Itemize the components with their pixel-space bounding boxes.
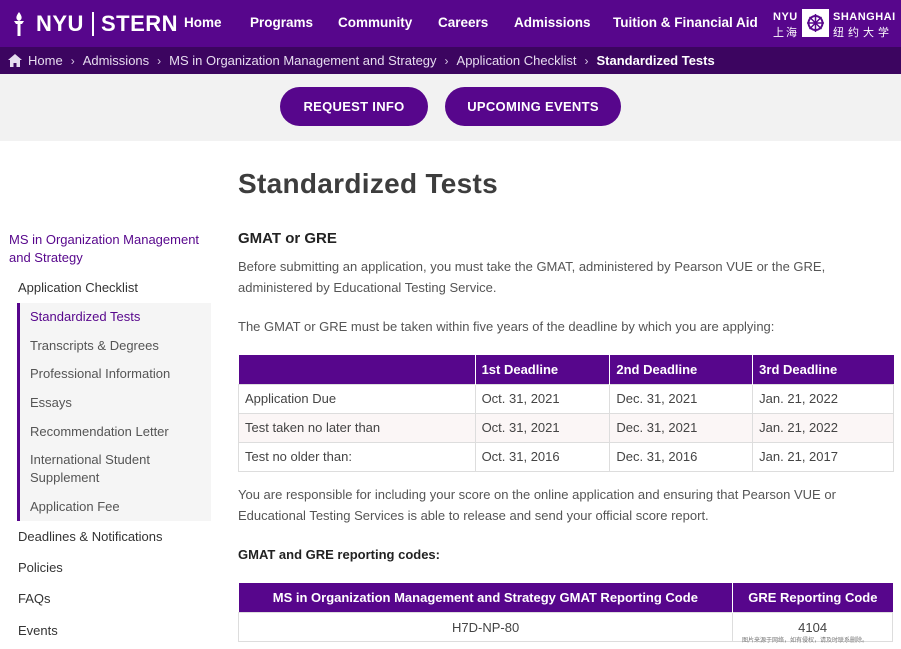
sidebar-subitem-transcripts[interactable]: Transcripts & Degrees [30,337,208,355]
cta-bar: REQUEST INFO UPCOMING EVENTS [0,74,901,141]
home-icon[interactable] [8,54,22,67]
sidebar-item-policies[interactable]: Policies [18,560,63,575]
table-header-row: MS in Organization Management and Strate… [238,583,893,612]
table-header-row: 1st Deadline 2nd Deadline 3rd Deadline [238,355,894,384]
shanghai-emblem-icon [802,9,829,37]
table-row: Test no older than: Oct. 31, 2016 Dec. 3… [238,441,894,472]
table-cell: Dec. 31, 2016 [609,441,754,472]
table-header-cell: 2nd Deadline [609,355,754,384]
chevron-right-icon: › [157,53,162,68]
nav-admissions[interactable]: Admissions [514,15,591,30]
shanghai-word: SHANGHAI [833,11,896,23]
section-heading: GMAT or GRE [238,230,337,247]
chevron-right-icon: › [70,53,75,68]
sidebar-item-deadlines[interactable]: Deadlines & Notifications [18,529,163,544]
chevron-right-icon: › [584,53,589,68]
breadcrumb-admissions[interactable]: Admissions [83,53,149,68]
table-cell: Dec. 31, 2021 [609,383,754,414]
table-header-cell [238,355,476,384]
reporting-codes-table: MS in Organization Management and Strate… [237,583,893,642]
table-cell: Test taken no later than [238,412,476,443]
nyu-stern-logo[interactable]: NYU STERN [8,10,178,38]
request-info-button[interactable]: REQUEST INFO [280,87,428,126]
table-header-cell: 3rd Deadline [752,355,894,384]
table-row: Test taken no later than Oct. 31, 2021 D… [238,412,894,443]
sidebar-subitem-standardized-tests[interactable]: Standardized Tests [30,308,208,326]
watermark-note: 图片来源于网络，如有侵权，请及时联系删除。 [742,638,869,644]
table-cell: Oct. 31, 2021 [474,383,611,414]
sidebar-program-link[interactable]: MS in Organization Management and Strate… [9,231,214,267]
responsibility-paragraph: You are responsible for including your s… [238,487,836,523]
torch-icon [8,11,30,37]
deadline-table: 1st Deadline 2nd Deadline 3rd Deadline A… [238,355,894,472]
five-year-paragraph: The GMAT or GRE must be taken within fiv… [238,319,775,334]
table-cell: Oct. 31, 2021 [474,412,611,443]
sidebar-subitem-essays[interactable]: Essays [30,394,208,412]
table-cell: Test no older than: [238,441,476,472]
reporting-codes-heading: GMAT and GRE reporting codes: [238,547,440,562]
gmat-code-cell: H7D-NP-80 [237,611,734,642]
logo-stern-text: STERN [100,11,179,36]
nav-community[interactable]: Community [338,15,412,30]
intro-paragraph: Before submitting an application, you mu… [238,259,826,295]
sidebar-item-faqs[interactable]: FAQs [18,591,51,606]
table-cell: Jan. 21, 2022 [752,412,894,443]
chevron-right-icon: › [444,53,449,68]
breadcrumb-current: Standardized Tests [596,53,715,68]
table-header-cell: GRE Reporting Code [732,583,893,612]
table-cell: Dec. 31, 2021 [609,412,754,443]
nyu-shanghai-logo[interactable]: NYU 上海 SHANGHAI 纽约大学 [772,8,898,40]
sidebar-subnav [17,303,211,521]
sidebar-item-application-checklist[interactable]: Application Checklist [18,280,138,295]
nav-home[interactable]: Home [184,15,222,30]
sidebar-subitem-international[interactable]: International Student Supplement [30,451,180,487]
table-cell: Oct. 31, 2016 [474,441,611,472]
sidebar-item-events[interactable]: Events [18,623,58,638]
page-title: Standardized Tests [238,168,499,199]
table-cell: Application Due [238,383,476,414]
table-header-cell: 1st Deadline [475,355,611,384]
shanghai-cn-city: 上海 [773,27,799,39]
logo-divider [91,12,94,36]
sidebar-subitem-recommendation[interactable]: Recommendation Letter [30,423,208,441]
table-cell: Jan. 21, 2017 [752,441,894,472]
table-cell: Jan. 21, 2022 [752,383,894,414]
breadcrumb-bar: Home › Admissions › MS in Organization M… [0,47,901,74]
shanghai-nyu-text: NYU [773,11,798,23]
nav-careers[interactable]: Careers [438,15,488,30]
breadcrumb-checklist[interactable]: Application Checklist [457,53,577,68]
breadcrumb: Home › Admissions › MS in Organization M… [8,47,715,74]
nav-programs[interactable]: Programs [250,15,313,30]
breadcrumb-program[interactable]: MS in Organization Management and Strate… [169,53,436,68]
breadcrumb-home[interactable]: Home [28,53,63,68]
logo-nyu-text: NYU [36,11,84,36]
table-header-cell: MS in Organization Management and Strate… [238,583,734,612]
nav-tuition-financial-aid[interactable]: Tuition & Financial Aid [613,15,758,30]
upcoming-events-button[interactable]: UPCOMING EVENTS [445,87,621,126]
top-navigation: NYU STERN Home Programs Community Career… [0,0,901,47]
sidebar-subitem-professional-info[interactable]: Professional Information [30,365,208,383]
shanghai-cn-name: 纽约大学 [833,27,893,39]
sidebar-subitem-application-fee[interactable]: Application Fee [30,498,208,516]
table-row: Application Due Oct. 31, 2021 Dec. 31, 2… [238,383,894,414]
